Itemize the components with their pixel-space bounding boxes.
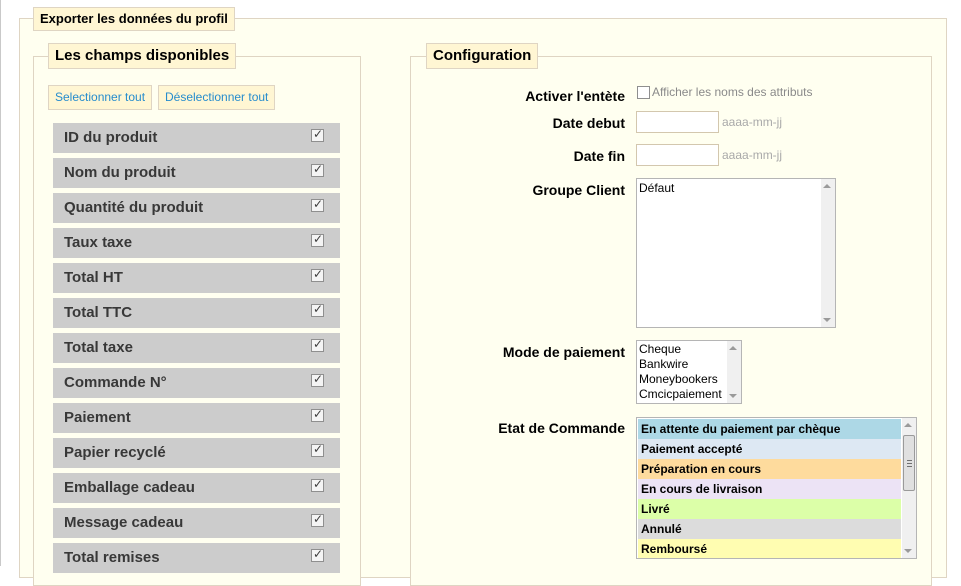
order-state-label: Etat de Commande	[498, 420, 625, 436]
fields-legend: Les champs disponibles	[48, 43, 237, 69]
field-checkbox[interactable]: ✓	[311, 372, 324, 387]
date-start-input[interactable]	[636, 111, 719, 133]
field-item-product-name[interactable]: Nom du produit ✓	[53, 158, 340, 188]
field-label: Total HT	[64, 269, 123, 286]
customer-group-select[interactable]: Défaut	[636, 178, 836, 328]
field-checkbox[interactable]: ✓	[311, 127, 324, 142]
list-item[interactable]: Moneybookers	[637, 372, 741, 387]
field-item-order-number[interactable]: Commande N° ✓	[53, 368, 340, 398]
field-checkbox[interactable]: ✓	[311, 512, 324, 527]
list-item[interactable]: Bankwire	[637, 357, 741, 372]
field-item-tax-rate[interactable]: Taux taxe ✓	[53, 228, 340, 258]
field-item-total-ht[interactable]: Total HT ✓	[53, 263, 340, 293]
scrollbar[interactable]	[727, 341, 741, 403]
list-item[interactable]: Annulé	[638, 519, 901, 539]
checkmark-icon: ✓	[313, 127, 324, 141]
date-end-input[interactable]	[636, 144, 719, 166]
list-item[interactable]: Paiement accepté	[638, 439, 901, 459]
checkmark-icon: ✓	[313, 547, 324, 561]
date-start-label: Date debut	[552, 115, 625, 131]
field-label: Quantité du produit	[64, 199, 204, 216]
checkmark-icon: ✓	[313, 442, 324, 456]
field-checkbox[interactable]: ✓	[311, 162, 324, 177]
scroll-down-icon[interactable]	[904, 549, 912, 553]
list-item[interactable]: Défaut	[637, 181, 835, 196]
field-item-gift-wrapping[interactable]: Emballage cadeau ✓	[53, 473, 340, 503]
payment-mode-select[interactable]: Cheque Bankwire Moneybookers Cmcicpaieme…	[636, 340, 742, 404]
field-item-gift-message[interactable]: Message cadeau ✓	[53, 508, 340, 538]
list-item[interactable]: En cours de livraison	[638, 479, 901, 499]
deselect-all-button[interactable]: Déselectionner tout	[158, 85, 276, 110]
list-item[interactable]: En attente du paiement par chèque	[638, 419, 901, 439]
customer-group-label: Groupe Client	[532, 182, 625, 198]
scroll-thumb[interactable]	[903, 435, 915, 491]
field-label: Message cadeau	[64, 514, 184, 531]
list-item[interactable]: Cheque	[637, 342, 741, 357]
checkmark-icon: ✓	[313, 232, 324, 246]
field-checkbox[interactable]: ✓	[311, 302, 324, 317]
checkmark-icon: ✓	[313, 512, 324, 526]
field-item-product-id[interactable]: ID du produit ✓	[53, 123, 340, 153]
checkmark-icon: ✓	[313, 372, 324, 386]
field-label: Nom du produit	[64, 164, 176, 181]
list-item[interactable]: Préparation en cours	[638, 459, 901, 479]
date-end-label: Date fin	[573, 148, 625, 164]
list-item[interactable]: Livré	[638, 499, 901, 519]
date-end-hint: aaaa-mm-jj	[722, 148, 783, 162]
field-checkbox[interactable]: ✓	[311, 337, 324, 352]
payment-mode-label: Mode de paiement	[502, 344, 625, 360]
field-label: Paiement	[64, 409, 131, 426]
order-state-select[interactable]: En attente du paiement par chèque Paieme…	[636, 417, 917, 559]
field-label: Total taxe	[64, 339, 133, 356]
scroll-down-icon[interactable]	[729, 394, 737, 398]
field-label: Emballage cadeau	[64, 479, 195, 496]
show-attribute-names-label: Afficher les noms des attributs	[652, 85, 813, 99]
field-item-total-ttc[interactable]: Total TTC ✓	[53, 298, 340, 328]
field-item-total-discounts[interactable]: Total remises ✓	[53, 543, 340, 573]
field-checkbox[interactable]: ✓	[311, 232, 324, 247]
show-attribute-names-checkbox[interactable]	[637, 86, 650, 99]
field-item-recycled-paper[interactable]: Papier recyclé ✓	[53, 438, 340, 468]
list-item[interactable]: Cmcicpaiement	[637, 387, 741, 402]
checkmark-icon: ✓	[313, 162, 324, 176]
date-start-hint: aaaa-mm-jj	[722, 115, 783, 129]
checkmark-icon: ✓	[313, 197, 324, 211]
field-label: Papier recyclé	[64, 444, 166, 461]
field-checkbox[interactable]: ✓	[311, 477, 324, 492]
field-checkbox[interactable]: ✓	[311, 547, 324, 562]
checkmark-icon: ✓	[313, 267, 324, 281]
checkmark-icon: ✓	[313, 407, 324, 421]
header-toggle-label: Activer l'entète	[525, 88, 625, 104]
scroll-down-icon[interactable]	[823, 318, 831, 322]
field-label: Taux taxe	[64, 234, 133, 251]
field-checkbox[interactable]: ✓	[311, 197, 324, 212]
config-legend: Configuration	[426, 43, 539, 69]
field-label: Commande N°	[64, 374, 167, 391]
scrollbar[interactable]	[821, 179, 835, 327]
field-label: ID du produit	[64, 129, 158, 146]
list-item[interactable]: Remboursé	[638, 539, 901, 558]
checkmark-icon: ✓	[313, 477, 324, 491]
checkmark-icon: ✓	[313, 337, 324, 351]
field-label: Total remises	[64, 549, 160, 566]
field-item-product-quantity[interactable]: Quantité du produit ✓	[53, 193, 340, 223]
field-checkbox[interactable]: ✓	[311, 407, 324, 422]
scrollbar[interactable]	[902, 418, 916, 558]
scroll-up-icon[interactable]	[823, 184, 831, 188]
window-frame: Exporter les données du profil Les champ…	[0, 0, 961, 586]
field-checkbox[interactable]: ✓	[311, 267, 324, 282]
checkmark-icon: ✓	[313, 302, 324, 316]
scroll-up-icon[interactable]	[904, 423, 912, 427]
scroll-up-icon[interactable]	[729, 346, 737, 350]
field-list: ID du produit ✓ Nom du produit ✓ Quantit…	[53, 123, 340, 578]
field-item-total-tax[interactable]: Total taxe ✓	[53, 333, 340, 363]
field-item-payment[interactable]: Paiement ✓	[53, 403, 340, 433]
select-all-button[interactable]: Selectionner tout	[48, 85, 153, 110]
field-label: Total TTC	[64, 304, 133, 321]
field-checkbox[interactable]: ✓	[311, 442, 324, 457]
profile-legend: Exporter les données du profil	[33, 7, 235, 31]
